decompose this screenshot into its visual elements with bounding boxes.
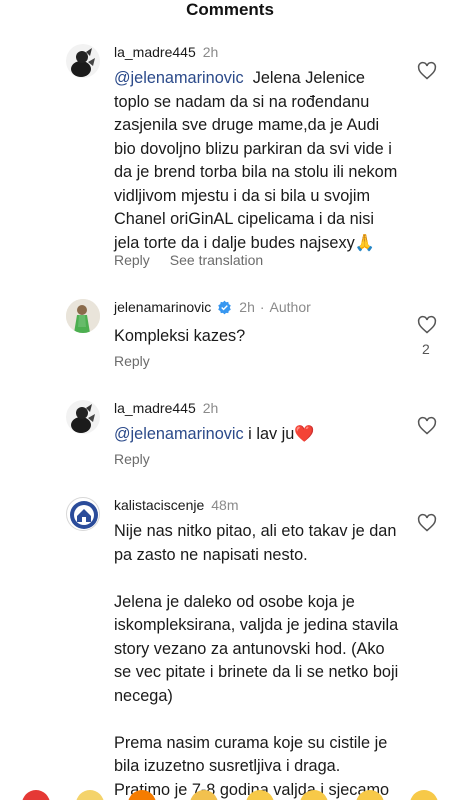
clap-emoji[interactable] xyxy=(76,790,104,800)
timestamp: 2h xyxy=(239,299,255,315)
heart-outline-icon[interactable] xyxy=(417,416,437,436)
crying-laugh-emoji[interactable] xyxy=(246,790,274,800)
user-silhouette-icon[interactable] xyxy=(66,400,100,434)
timestamp: 48m xyxy=(211,497,239,513)
fire-emoji[interactable] xyxy=(128,790,156,800)
comment-text: @jelenamarinovic Jelena Jelenice toplo s… xyxy=(114,69,402,252)
emoji-reaction-bar xyxy=(0,788,460,800)
timestamp: 2h xyxy=(202,44,219,60)
comment-text: Nije nas nitko pitao, ali eto takav je d… xyxy=(114,522,399,799)
header-title: Comments xyxy=(186,0,274,19)
laughing-emoji[interactable] xyxy=(410,790,438,800)
verified-badge-icon xyxy=(218,300,232,314)
username[interactable]: kalistaciscenje xyxy=(114,497,204,513)
comment-text: Kompleksi kazes? xyxy=(114,327,246,345)
reply-button[interactable]: Reply xyxy=(114,353,150,369)
heart-outline-icon[interactable] xyxy=(417,315,437,335)
reply-button[interactable]: Reply xyxy=(114,451,150,467)
cleaning-logo-icon[interactable] xyxy=(66,497,100,531)
reply-button[interactable]: Reply xyxy=(114,252,150,268)
timestamp: 2h xyxy=(202,400,219,416)
username[interactable]: la_madre445 xyxy=(114,44,196,60)
like-count: 2 xyxy=(422,341,430,357)
shocked-emoji[interactable] xyxy=(356,790,384,800)
heart-outline-icon[interactable] xyxy=(417,61,437,81)
see-translation-button[interactable]: See translation xyxy=(170,252,263,268)
heart-outline-icon[interactable] xyxy=(417,513,437,533)
username[interactable]: jelenamarinovic xyxy=(114,299,211,315)
comments-header: Comments xyxy=(0,0,460,30)
username[interactable]: la_madre445 xyxy=(114,400,196,416)
user-silhouette-icon[interactable] xyxy=(66,44,100,78)
mention-link[interactable]: @jelenamarinovic xyxy=(114,425,244,443)
heart-emoji[interactable] xyxy=(22,790,50,800)
heart-eyes-emoji[interactable] xyxy=(300,790,328,800)
author-label: Author xyxy=(269,299,311,315)
raised-hands-emoji[interactable] xyxy=(190,790,218,800)
profile-photo-icon[interactable] xyxy=(66,299,100,333)
mention-link[interactable]: @jelenamarinovic xyxy=(114,69,244,87)
comment-text: @jelenamarinovic i lav ju❤️ xyxy=(114,425,315,443)
